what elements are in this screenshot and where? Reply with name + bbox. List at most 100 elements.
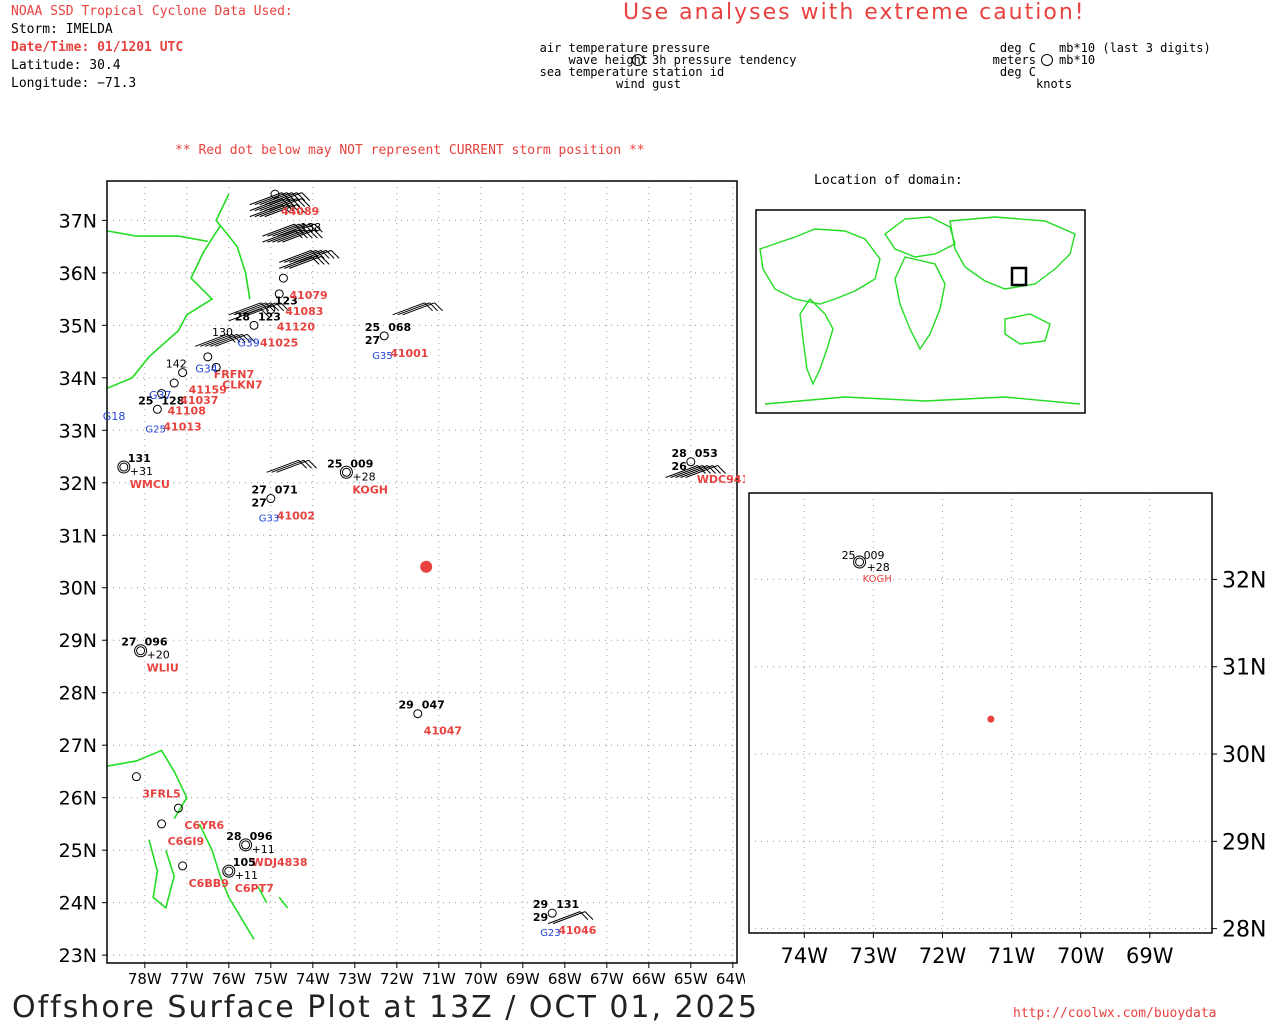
station-marker[interactable]: 29 047 41047 bbox=[398, 699, 462, 738]
station-id: WLIU bbox=[147, 662, 179, 675]
legend-wind-gust: wind gust bbox=[616, 77, 682, 91]
lon-tick-label: 74W bbox=[781, 944, 829, 968]
source-url-link[interactable]: http://coolwx.com/buoydata bbox=[1013, 1006, 1217, 1021]
station-circle-icon bbox=[547, 908, 557, 918]
station-id: 41047 bbox=[424, 725, 462, 738]
station-air-temp: 28 bbox=[671, 447, 686, 460]
station-id: CLKN7 bbox=[222, 378, 262, 391]
station-circle-icon bbox=[278, 273, 288, 283]
station-sea-temp: 27 bbox=[365, 334, 380, 347]
station-id: C6YR6 bbox=[184, 819, 224, 832]
station-circle-icon bbox=[632, 54, 644, 66]
lat-tick-label: 30N bbox=[1222, 743, 1266, 768]
station-air-temp: 28 bbox=[226, 830, 241, 843]
station-circle-icon bbox=[1041, 54, 1053, 66]
station-air-temp: 25 bbox=[327, 457, 342, 470]
lon-tick-label: 74W bbox=[296, 970, 330, 988]
lon-tick-label: 66W bbox=[632, 970, 666, 988]
station-id: WDC9417 bbox=[697, 473, 745, 486]
station-id: C6GI9 bbox=[168, 835, 205, 848]
station-marker[interactable]: C6YR6 bbox=[173, 803, 225, 832]
lon-tick-label: 72W bbox=[919, 944, 967, 968]
station-id: 44089 bbox=[281, 205, 319, 218]
units-legend: deg C meters deg C mb*10 (last 3 digits)… bbox=[960, 42, 1220, 92]
station-tendency: +31 bbox=[130, 465, 153, 478]
lat-tick-label: 27N bbox=[59, 735, 97, 757]
zoom-storm-map: 32N 31N 30N 29N 28N 74W 73W 72W 71W 70W 69W 25 009+2… bbox=[748, 492, 1266, 968]
wind-barb bbox=[397, 302, 430, 316]
station-air-temp: 29 bbox=[533, 898, 548, 911]
station-marker[interactable]: 25 009+28KOGH bbox=[842, 549, 892, 585]
unit-sea-temp: deg C bbox=[999, 65, 1036, 79]
lon-tick-label: 67W bbox=[590, 970, 624, 988]
station-buoy-id: G35 bbox=[372, 351, 392, 362]
lon-tick-label: 75W bbox=[254, 970, 288, 988]
station-air-temp: 25 bbox=[365, 321, 380, 334]
wind-barb bbox=[547, 911, 581, 925]
station-sea-temp: 26 bbox=[671, 460, 687, 473]
station-id: 41002 bbox=[277, 510, 315, 523]
station-circle-icon bbox=[686, 457, 696, 467]
station-sea-temp: 29 bbox=[533, 911, 548, 924]
station-marker[interactable]: 25 009+28KOGH bbox=[327, 457, 388, 496]
lat-tick-label: 34N bbox=[59, 368, 97, 390]
station-id: 41120 bbox=[277, 321, 316, 334]
station-id: 41108 bbox=[168, 405, 206, 418]
station-marker[interactable]: 131+31WMCU bbox=[117, 452, 170, 491]
station-id: 41046 bbox=[558, 924, 597, 937]
station-pressure: 009 bbox=[350, 457, 373, 470]
lat-tick-label: 31N bbox=[1222, 656, 1266, 681]
station-circle-icon bbox=[413, 709, 423, 719]
inset-title: Location of domain: bbox=[814, 173, 963, 188]
station-marker[interactable]: 27 071 27 41002G33 bbox=[251, 484, 315, 525]
lon-tick-label: 69W bbox=[1126, 944, 1174, 968]
station-tendency: +11 bbox=[235, 869, 258, 882]
lat-tick-label: 28N bbox=[1222, 918, 1266, 943]
lon-tick-label: 65W bbox=[674, 970, 708, 988]
station-circle-icon bbox=[136, 646, 146, 656]
station-tendency: +28 bbox=[867, 561, 890, 574]
lon-tick-label: 68W bbox=[548, 970, 582, 988]
station-circle-icon bbox=[203, 352, 213, 362]
station-marker[interactable]: 25 068 27 41001G35 bbox=[365, 321, 429, 362]
station-pressure: 105 bbox=[233, 856, 256, 869]
storm-position-dot bbox=[987, 715, 995, 723]
unit-wind-gust: knots bbox=[1036, 77, 1073, 91]
station-tendency: +28 bbox=[352, 470, 375, 483]
station-pressure: 131 bbox=[128, 452, 151, 465]
station-marker[interactable]: 3FRL5 bbox=[131, 772, 181, 801]
station-circle-icon bbox=[131, 772, 141, 782]
station-id: KOGH bbox=[352, 483, 388, 496]
lon-tick-label: 73W bbox=[850, 944, 898, 968]
storm-latitude: Latitude: 30.4 bbox=[11, 58, 121, 73]
station-air-temp: 27 bbox=[121, 636, 136, 649]
station-marker[interactable]: 27 096+20WLIU bbox=[121, 636, 178, 675]
station-air-temp: 28 bbox=[235, 310, 250, 323]
lat-tick-label: 33N bbox=[59, 420, 97, 442]
station-marker[interactable]: C6BB9 bbox=[178, 861, 229, 890]
station-id: 41013 bbox=[163, 420, 201, 433]
station-id: 41083 bbox=[285, 305, 323, 318]
lat-tick-label: 25N bbox=[59, 840, 97, 862]
coastline bbox=[278, 896, 289, 909]
lat-tick-label: 37N bbox=[59, 210, 97, 232]
lon-tick-label: 70W bbox=[464, 970, 498, 988]
station-pressure: 071 bbox=[275, 484, 298, 497]
station-label: 142 bbox=[166, 357, 187, 370]
station-circle-icon bbox=[178, 861, 188, 871]
station-circle-icon bbox=[157, 819, 167, 829]
station-legend: air temperature wave height sea temperat… bbox=[520, 42, 820, 92]
station-sea-temp: 27 bbox=[251, 497, 266, 510]
grid-lines bbox=[749, 493, 1212, 933]
lat-tick-label: 29N bbox=[59, 630, 97, 652]
lat-tick-label: 23N bbox=[59, 945, 97, 967]
lon-tick-label: 69W bbox=[506, 970, 540, 988]
station-label: G34 bbox=[195, 363, 218, 376]
station-id: 41159 bbox=[189, 384, 227, 397]
station-air-temp: 25 bbox=[842, 549, 856, 562]
location-inset-map bbox=[755, 209, 1086, 414]
lat-tick-label: 31N bbox=[59, 525, 97, 547]
station-circle-icon bbox=[341, 467, 351, 477]
station-circle-icon bbox=[241, 840, 251, 850]
lat-tick-label: 36N bbox=[59, 263, 97, 285]
